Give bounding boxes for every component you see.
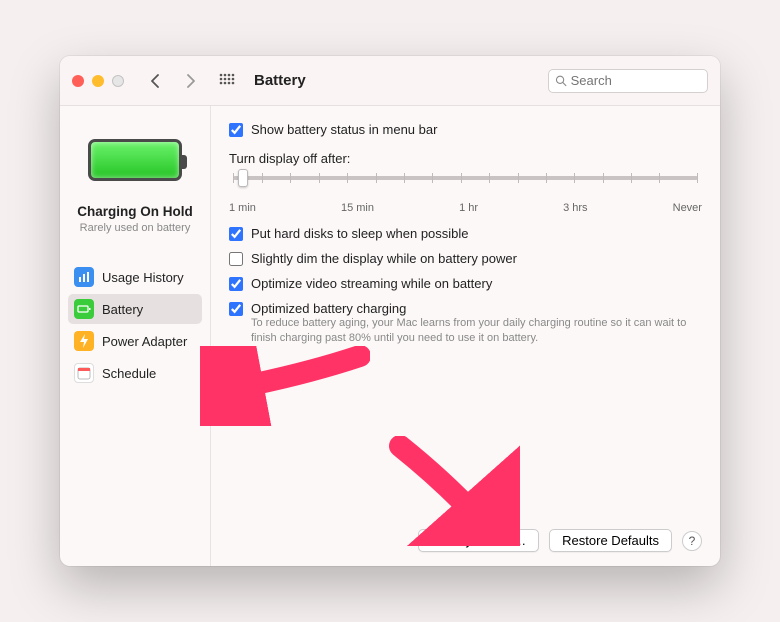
- slider-tick-15min: 15 min: [341, 202, 374, 214]
- sidebar-item-usage-history[interactable]: Usage History: [68, 262, 202, 292]
- usage-history-icon: [74, 267, 94, 287]
- bottom-button-row: Battery Health… Restore Defaults ?: [229, 529, 702, 552]
- window-title: Battery: [254, 72, 538, 89]
- optimize-video-row: Optimize video streaming while on batter…: [229, 276, 702, 291]
- charging-status-subtitle: Rarely used on battery: [68, 222, 202, 234]
- hard-disks-checkbox[interactable]: [229, 227, 243, 241]
- sidebar-item-power-adapter[interactable]: Power Adapter: [68, 326, 202, 356]
- dim-display-row: Slightly dim the display while on batter…: [229, 251, 702, 266]
- slider-tick-never: Never: [673, 202, 702, 214]
- slider-tick-1min: 1 min: [229, 202, 256, 214]
- search-icon: [555, 74, 567, 87]
- display-off-slider[interactable]: [229, 170, 702, 198]
- sidebar-item-schedule[interactable]: Schedule: [68, 358, 202, 388]
- slider-tick-labels: 1 min 15 min 1 hr 3 hrs Never: [229, 202, 702, 214]
- schedule-icon: [74, 363, 94, 383]
- display-off-slider-section: Turn display off after:: [229, 151, 702, 214]
- battery-graphic: [68, 120, 202, 200]
- traffic-lights: [72, 75, 124, 87]
- sidebar-item-label: Usage History: [102, 270, 184, 285]
- slider-tick-3hrs: 3 hrs: [563, 202, 587, 214]
- restore-defaults-button[interactable]: Restore Defaults: [549, 529, 672, 552]
- help-button[interactable]: ?: [682, 531, 702, 551]
- optimized-charging-label: Optimized battery charging: [251, 301, 406, 316]
- titlebar: Battery: [60, 56, 720, 106]
- minimize-window-button[interactable]: [92, 75, 104, 87]
- optimize-video-label: Optimize video streaming while on batter…: [251, 276, 492, 291]
- dim-display-label: Slightly dim the display while on batter…: [251, 251, 517, 266]
- back-button[interactable]: [142, 68, 168, 94]
- search-field[interactable]: [548, 69, 708, 93]
- system-preferences-window: Battery Charging On Hold Rarely used on …: [60, 56, 720, 566]
- display-off-label: Turn display off after:: [229, 151, 702, 166]
- forward-button[interactable]: [178, 68, 204, 94]
- sidebar-item-label: Power Adapter: [102, 334, 187, 349]
- dim-display-checkbox[interactable]: [229, 252, 243, 266]
- close-window-button[interactable]: [72, 75, 84, 87]
- battery-item-icon: [74, 299, 94, 319]
- slider-tick-1hr: 1 hr: [459, 202, 478, 214]
- fullscreen-window-button[interactable]: [112, 75, 124, 87]
- sidebar: Charging On Hold Rarely used on battery …: [60, 106, 210, 566]
- sidebar-item-battery[interactable]: Battery: [68, 294, 202, 324]
- charging-status-title: Charging On Hold: [68, 204, 202, 219]
- battery-icon: [88, 139, 182, 181]
- show-status-label: Show battery status in menu bar: [251, 122, 437, 137]
- show-status-checkbox[interactable]: [229, 123, 243, 137]
- sidebar-list: Usage History Battery Power Adapter: [68, 262, 202, 388]
- hard-disks-label: Put hard disks to sleep when possible: [251, 226, 469, 241]
- optimized-charging-row: Optimized battery charging: [229, 301, 702, 316]
- window-body: Charging On Hold Rarely used on battery …: [60, 106, 720, 566]
- hard-disks-row: Put hard disks to sleep when possible: [229, 226, 702, 241]
- sidebar-item-label: Schedule: [102, 366, 156, 381]
- search-input[interactable]: [571, 73, 701, 88]
- battery-health-button[interactable]: Battery Health…: [418, 529, 539, 552]
- optimized-charging-checkbox[interactable]: [229, 302, 243, 316]
- slider-knob[interactable]: [238, 169, 248, 187]
- sidebar-item-label: Battery: [102, 302, 143, 317]
- main-panel: Show battery status in menu bar Turn dis…: [210, 106, 720, 566]
- show-all-icon[interactable]: [214, 68, 240, 94]
- optimize-video-checkbox[interactable]: [229, 277, 243, 291]
- optimized-charging-description: To reduce battery aging, your Mac learns…: [251, 316, 702, 346]
- show-status-row: Show battery status in menu bar: [229, 122, 702, 137]
- power-adapter-icon: [74, 331, 94, 351]
